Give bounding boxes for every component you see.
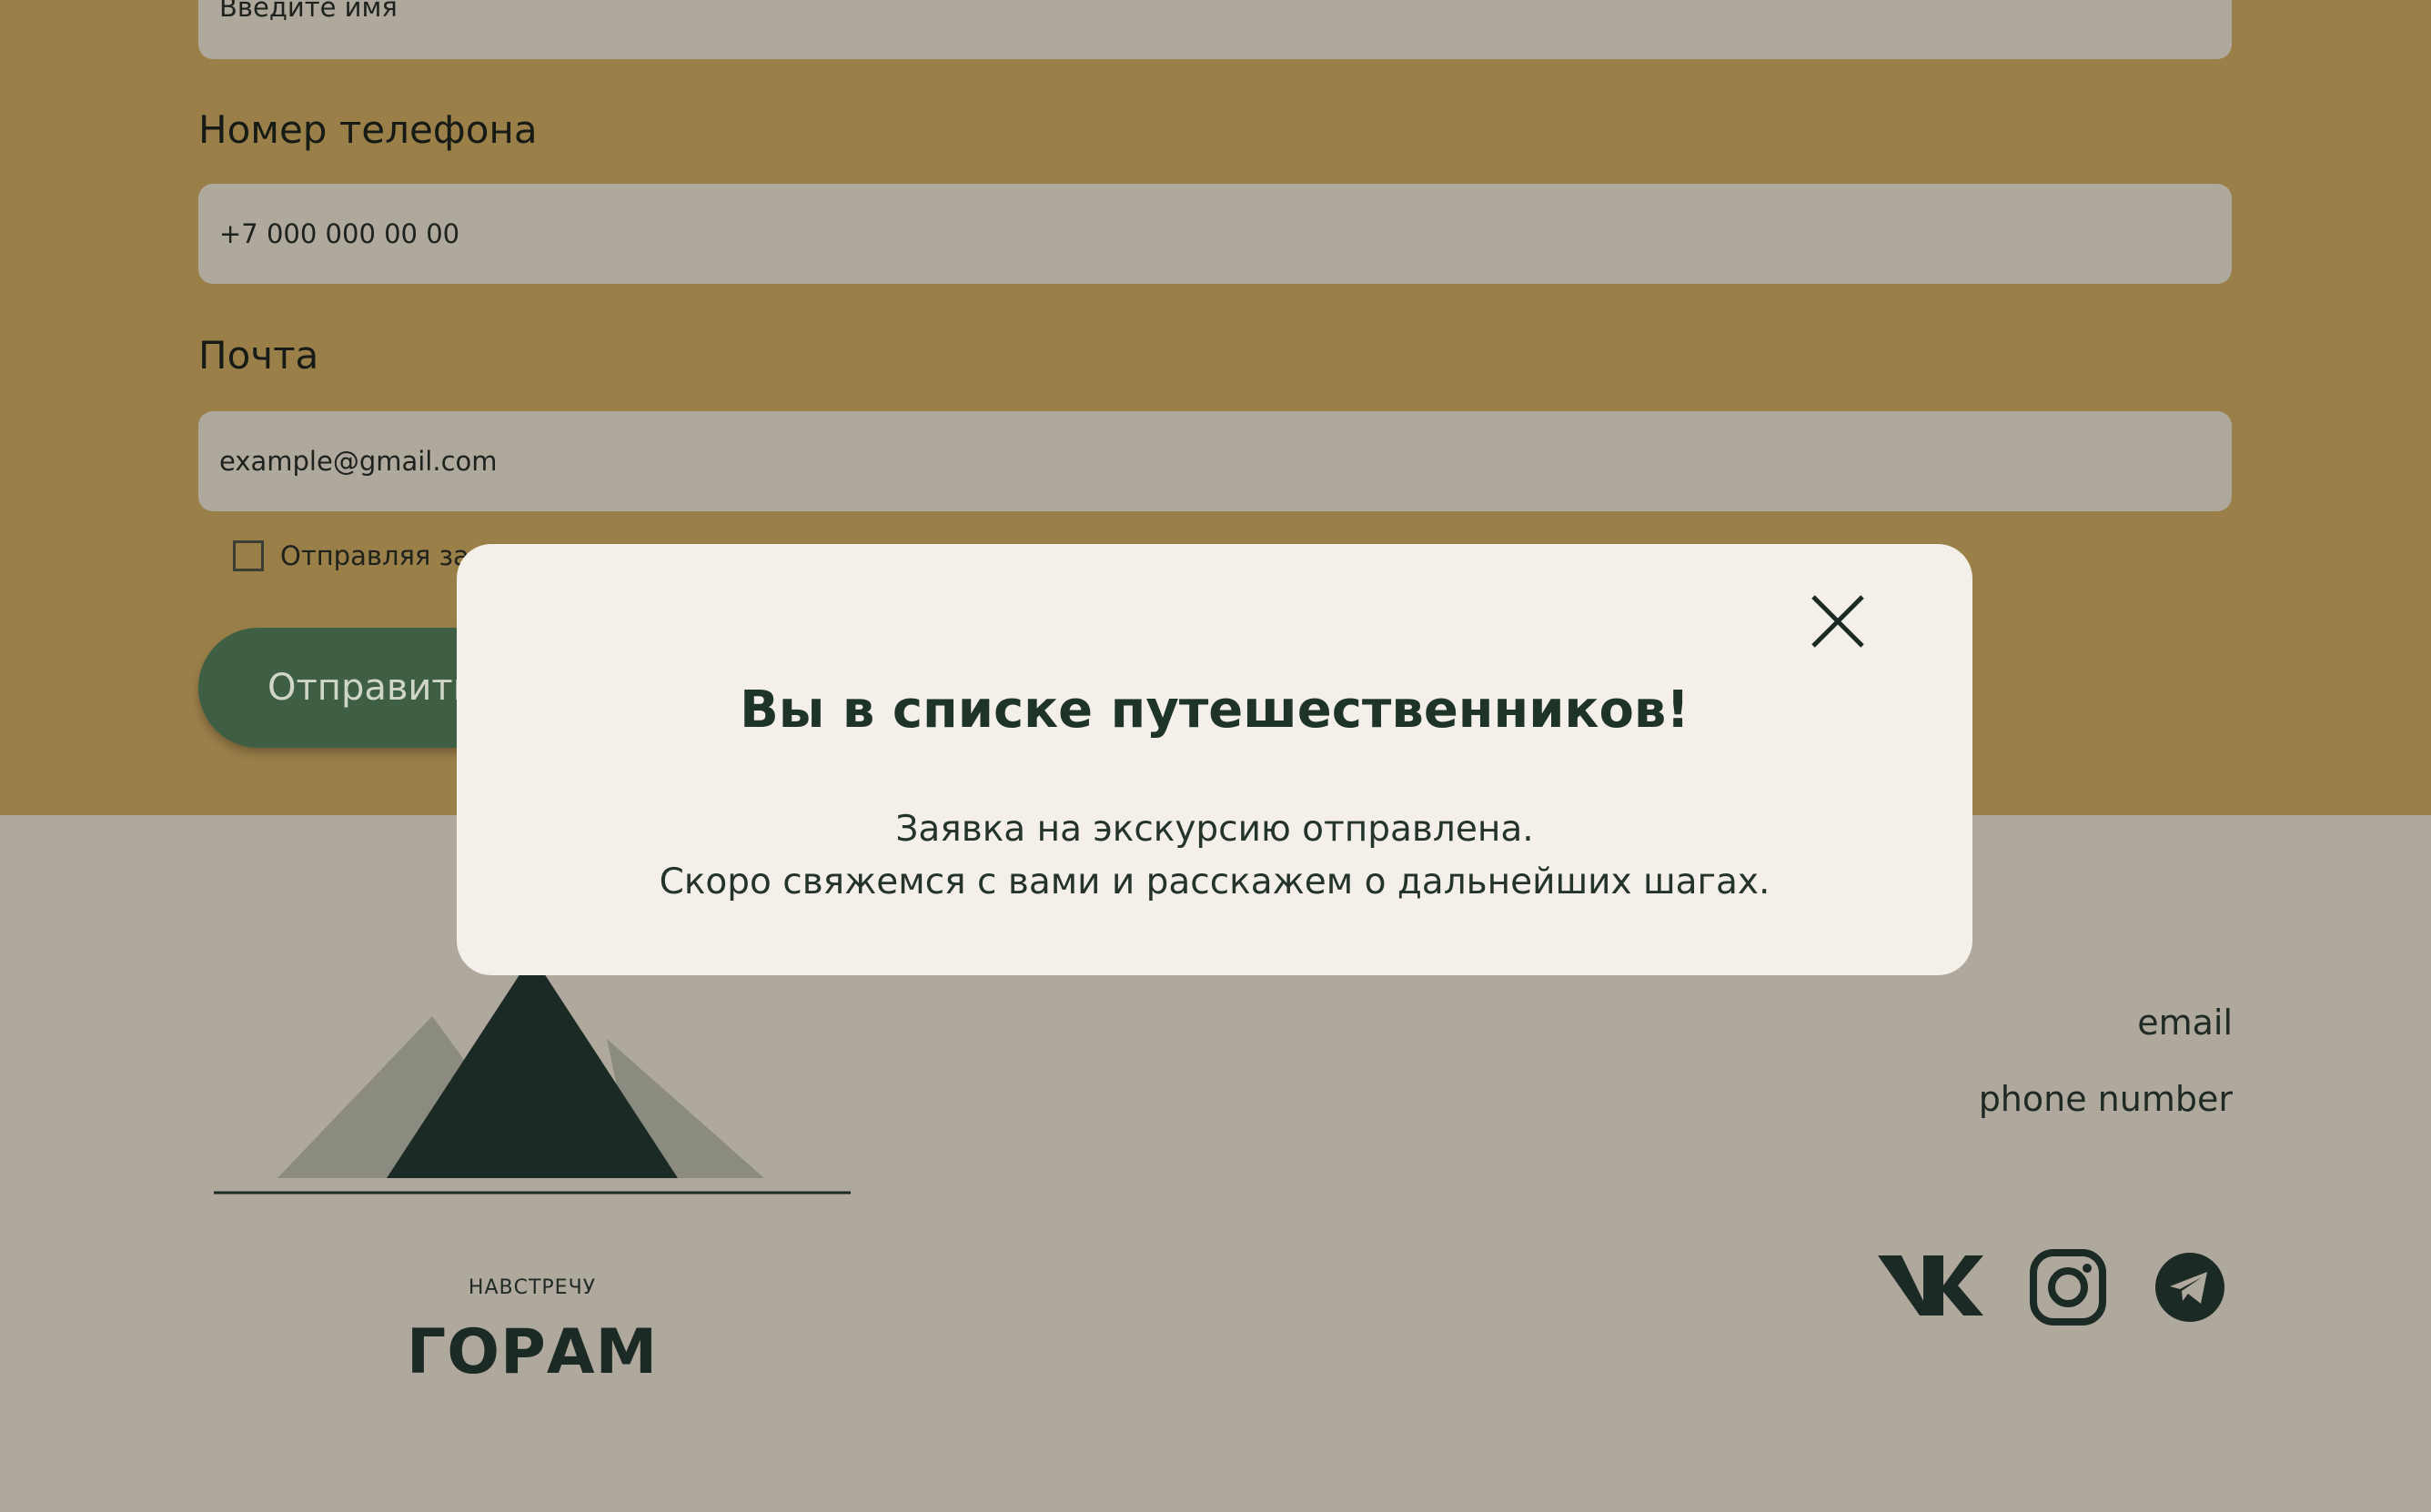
email-field[interactable]: example@gmail.com	[198, 411, 2232, 511]
vk-icon[interactable]	[1876, 1245, 1985, 1317]
modal-message: Заявка на экскурсию отправлена. Скоро св…	[457, 803, 1972, 909]
modal-message-line-1: Заявка на экскурсию отправлена.	[895, 809, 1534, 850]
modal-message-line-2: Скоро свяжемся с вами и расскажем о даль…	[659, 862, 1770, 902]
telegram-icon[interactable]	[2154, 1251, 2226, 1324]
close-icon[interactable]	[1806, 590, 1870, 653]
consent-checkbox[interactable]	[233, 540, 264, 571]
success-modal: Вы в списке путешественников! Заявка на …	[457, 544, 1972, 975]
name-field[interactable]: Введите имя	[198, 0, 2232, 59]
footer-email-link[interactable]: email	[2137, 1003, 2233, 1043]
brand-subtitle: НАВСТРЕЧУ	[468, 1276, 597, 1299]
brand-name: ГОРАМ	[406, 1316, 659, 1388]
footer-phone-link[interactable]: phone number	[1979, 1079, 2233, 1119]
phone-label: Номер телефона	[198, 107, 538, 152]
email-label: Почта	[198, 333, 319, 378]
instagram-icon[interactable]	[2029, 1248, 2107, 1326]
phone-field[interactable]: +7 000 000 00 00	[198, 184, 2232, 284]
social-links	[1876, 1245, 2231, 1326]
modal-title: Вы в списке путешественников!	[740, 680, 1690, 740]
